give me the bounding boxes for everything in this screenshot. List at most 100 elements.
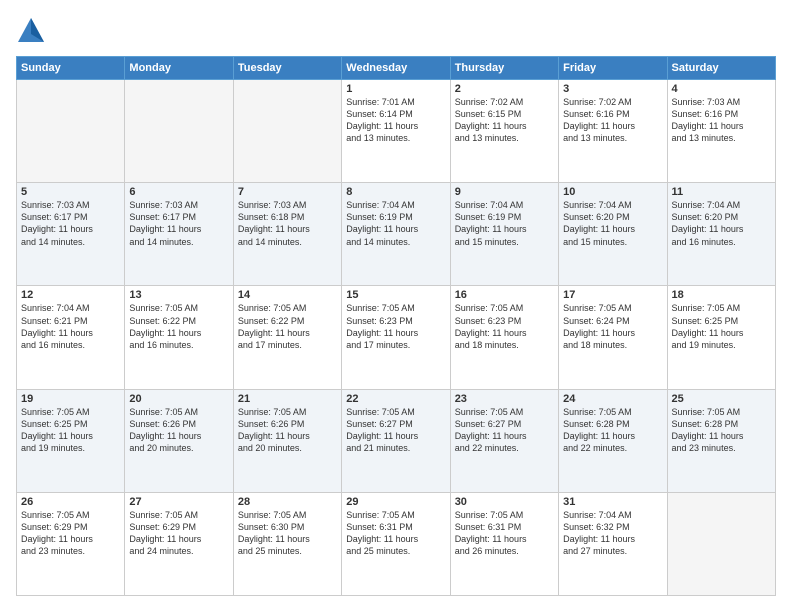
calendar-cell: 25Sunrise: 7:05 AM Sunset: 6:28 PM Dayli… [667,389,775,492]
header [16,16,776,46]
calendar-cell [233,80,341,183]
day-info: Sunrise: 7:05 AM Sunset: 6:31 PM Dayligh… [455,509,554,558]
weekday-header: Sunday [17,57,125,80]
calendar-header-row: SundayMondayTuesdayWednesdayThursdayFrid… [17,57,776,80]
day-info: Sunrise: 7:05 AM Sunset: 6:26 PM Dayligh… [129,406,228,455]
day-info: Sunrise: 7:04 AM Sunset: 6:20 PM Dayligh… [563,199,662,248]
logo [16,16,50,46]
day-number: 29 [346,496,445,508]
calendar-cell: 28Sunrise: 7:05 AM Sunset: 6:30 PM Dayli… [233,492,341,595]
day-number: 12 [21,289,120,301]
day-number: 17 [563,289,662,301]
weekday-header: Saturday [667,57,775,80]
day-info: Sunrise: 7:05 AM Sunset: 6:25 PM Dayligh… [672,302,771,351]
logo-icon [16,16,46,46]
day-number: 10 [563,186,662,198]
day-info: Sunrise: 7:05 AM Sunset: 6:24 PM Dayligh… [563,302,662,351]
day-info: Sunrise: 7:04 AM Sunset: 6:32 PM Dayligh… [563,509,662,558]
calendar-cell: 21Sunrise: 7:05 AM Sunset: 6:26 PM Dayli… [233,389,341,492]
day-info: Sunrise: 7:05 AM Sunset: 6:23 PM Dayligh… [455,302,554,351]
calendar-cell: 17Sunrise: 7:05 AM Sunset: 6:24 PM Dayli… [559,286,667,389]
calendar-cell [17,80,125,183]
calendar-cell: 1Sunrise: 7:01 AM Sunset: 6:14 PM Daylig… [342,80,450,183]
calendar-cell: 10Sunrise: 7:04 AM Sunset: 6:20 PM Dayli… [559,183,667,286]
day-number: 8 [346,186,445,198]
calendar-cell: 23Sunrise: 7:05 AM Sunset: 6:27 PM Dayli… [450,389,558,492]
calendar-week-row: 19Sunrise: 7:05 AM Sunset: 6:25 PM Dayli… [17,389,776,492]
weekday-header: Wednesday [342,57,450,80]
day-info: Sunrise: 7:03 AM Sunset: 6:18 PM Dayligh… [238,199,337,248]
calendar-week-row: 1Sunrise: 7:01 AM Sunset: 6:14 PM Daylig… [17,80,776,183]
calendar-cell: 20Sunrise: 7:05 AM Sunset: 6:26 PM Dayli… [125,389,233,492]
day-number: 16 [455,289,554,301]
day-number: 1 [346,83,445,95]
day-info: Sunrise: 7:05 AM Sunset: 6:28 PM Dayligh… [672,406,771,455]
day-number: 21 [238,393,337,405]
day-info: Sunrise: 7:05 AM Sunset: 6:26 PM Dayligh… [238,406,337,455]
calendar-cell: 13Sunrise: 7:05 AM Sunset: 6:22 PM Dayli… [125,286,233,389]
day-number: 28 [238,496,337,508]
calendar-cell: 2Sunrise: 7:02 AM Sunset: 6:15 PM Daylig… [450,80,558,183]
day-number: 24 [563,393,662,405]
day-number: 7 [238,186,337,198]
day-info: Sunrise: 7:04 AM Sunset: 6:20 PM Dayligh… [672,199,771,248]
calendar-cell [125,80,233,183]
day-info: Sunrise: 7:05 AM Sunset: 6:27 PM Dayligh… [455,406,554,455]
day-number: 20 [129,393,228,405]
day-number: 9 [455,186,554,198]
day-number: 11 [672,186,771,198]
day-number: 19 [21,393,120,405]
day-number: 13 [129,289,228,301]
day-info: Sunrise: 7:05 AM Sunset: 6:25 PM Dayligh… [21,406,120,455]
day-info: Sunrise: 7:02 AM Sunset: 6:16 PM Dayligh… [563,96,662,145]
calendar-cell: 22Sunrise: 7:05 AM Sunset: 6:27 PM Dayli… [342,389,450,492]
calendar-cell: 5Sunrise: 7:03 AM Sunset: 6:17 PM Daylig… [17,183,125,286]
weekday-header: Thursday [450,57,558,80]
day-info: Sunrise: 7:05 AM Sunset: 6:31 PM Dayligh… [346,509,445,558]
day-number: 22 [346,393,445,405]
weekday-header: Monday [125,57,233,80]
calendar-cell: 6Sunrise: 7:03 AM Sunset: 6:17 PM Daylig… [125,183,233,286]
day-info: Sunrise: 7:05 AM Sunset: 6:23 PM Dayligh… [346,302,445,351]
day-info: Sunrise: 7:05 AM Sunset: 6:30 PM Dayligh… [238,509,337,558]
calendar-cell: 3Sunrise: 7:02 AM Sunset: 6:16 PM Daylig… [559,80,667,183]
day-number: 15 [346,289,445,301]
day-number: 2 [455,83,554,95]
calendar-cell: 8Sunrise: 7:04 AM Sunset: 6:19 PM Daylig… [342,183,450,286]
day-number: 14 [238,289,337,301]
calendar-cell: 14Sunrise: 7:05 AM Sunset: 6:22 PM Dayli… [233,286,341,389]
day-info: Sunrise: 7:05 AM Sunset: 6:22 PM Dayligh… [238,302,337,351]
day-number: 27 [129,496,228,508]
day-info: Sunrise: 7:03 AM Sunset: 6:16 PM Dayligh… [672,96,771,145]
calendar-cell: 26Sunrise: 7:05 AM Sunset: 6:29 PM Dayli… [17,492,125,595]
calendar-cell: 31Sunrise: 7:04 AM Sunset: 6:32 PM Dayli… [559,492,667,595]
calendar-week-row: 5Sunrise: 7:03 AM Sunset: 6:17 PM Daylig… [17,183,776,286]
day-info: Sunrise: 7:04 AM Sunset: 6:21 PM Dayligh… [21,302,120,351]
calendar-cell: 11Sunrise: 7:04 AM Sunset: 6:20 PM Dayli… [667,183,775,286]
day-info: Sunrise: 7:05 AM Sunset: 6:22 PM Dayligh… [129,302,228,351]
calendar-cell: 12Sunrise: 7:04 AM Sunset: 6:21 PM Dayli… [17,286,125,389]
calendar-cell: 30Sunrise: 7:05 AM Sunset: 6:31 PM Dayli… [450,492,558,595]
calendar-week-row: 26Sunrise: 7:05 AM Sunset: 6:29 PM Dayli… [17,492,776,595]
weekday-header: Friday [559,57,667,80]
day-number: 26 [21,496,120,508]
day-info: Sunrise: 7:04 AM Sunset: 6:19 PM Dayligh… [455,199,554,248]
day-info: Sunrise: 7:01 AM Sunset: 6:14 PM Dayligh… [346,96,445,145]
calendar-cell: 24Sunrise: 7:05 AM Sunset: 6:28 PM Dayli… [559,389,667,492]
day-info: Sunrise: 7:03 AM Sunset: 6:17 PM Dayligh… [21,199,120,248]
day-number: 18 [672,289,771,301]
day-number: 30 [455,496,554,508]
calendar-table: SundayMondayTuesdayWednesdayThursdayFrid… [16,56,776,596]
day-info: Sunrise: 7:03 AM Sunset: 6:17 PM Dayligh… [129,199,228,248]
day-info: Sunrise: 7:05 AM Sunset: 6:29 PM Dayligh… [21,509,120,558]
weekday-header: Tuesday [233,57,341,80]
calendar-cell: 4Sunrise: 7:03 AM Sunset: 6:16 PM Daylig… [667,80,775,183]
calendar-cell: 7Sunrise: 7:03 AM Sunset: 6:18 PM Daylig… [233,183,341,286]
day-number: 25 [672,393,771,405]
day-number: 23 [455,393,554,405]
calendar-cell: 15Sunrise: 7:05 AM Sunset: 6:23 PM Dayli… [342,286,450,389]
day-info: Sunrise: 7:05 AM Sunset: 6:27 PM Dayligh… [346,406,445,455]
day-info: Sunrise: 7:05 AM Sunset: 6:29 PM Dayligh… [129,509,228,558]
calendar-cell: 9Sunrise: 7:04 AM Sunset: 6:19 PM Daylig… [450,183,558,286]
calendar-cell: 27Sunrise: 7:05 AM Sunset: 6:29 PM Dayli… [125,492,233,595]
